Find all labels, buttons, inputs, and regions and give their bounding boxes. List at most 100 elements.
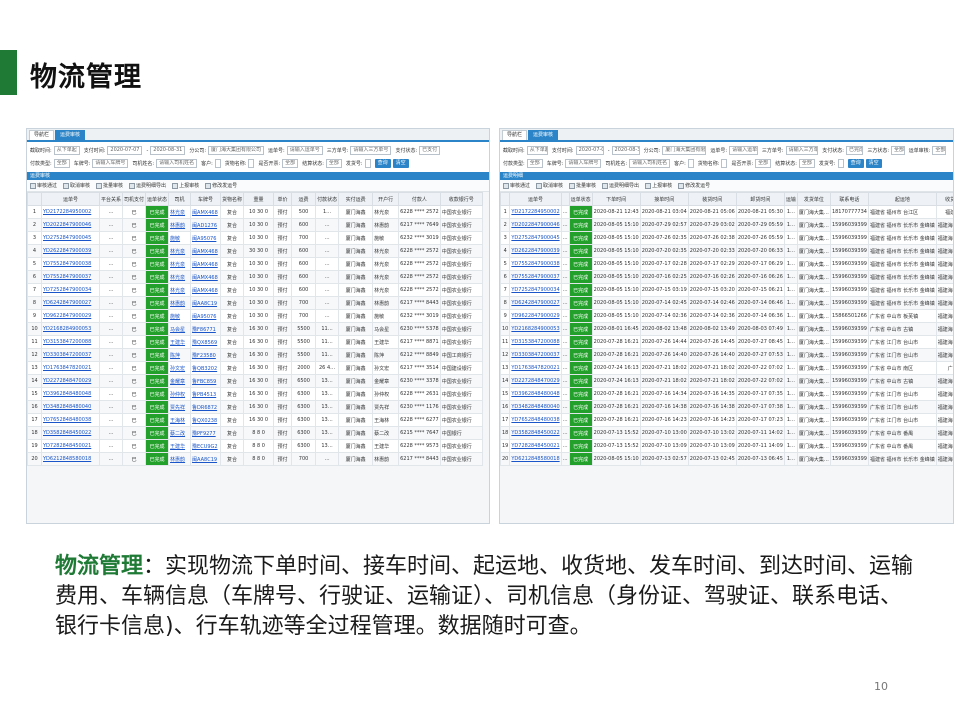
table-cell[interactable]: YD2168284900053 (41, 322, 100, 336)
table-row[interactable]: 18 YD3582848450022… 已完成 2020-07-13 15:52 202… (500, 426, 953, 440)
table-cell[interactable]: YD7282848450021 (41, 439, 100, 453)
table-cell[interactable]: YD3482848480040 (509, 400, 562, 414)
table-cell[interactable]: 施敏 (168, 309, 192, 323)
column-header[interactable]: 重量 (243, 192, 275, 206)
table-cell[interactable]: YD3482848480040 (41, 400, 100, 414)
toolbar-button[interactable]: 运费明细导出 (602, 182, 639, 189)
toolbar-button[interactable]: 运费明细导出 (129, 182, 166, 189)
table-cell[interactable]: YD6212848580018 (509, 452, 562, 466)
column-header[interactable]: 发货单位 (796, 192, 831, 206)
table-cell[interactable]: 鲁PB4513 (190, 387, 222, 401)
filter-input[interactable]: 全部 (53, 159, 70, 168)
table-cell[interactable]: 王海林 (168, 413, 192, 427)
toolbar-button[interactable]: 上报审核 (645, 182, 672, 189)
table-row[interactable]: 2 YD2022847900046… 已完成 2020-08-05 15:10 2020… (500, 218, 953, 232)
column-header[interactable]: 运单状态 (568, 192, 593, 206)
table-cell[interactable]: 王建华 (168, 439, 192, 453)
filter-input[interactable] (364, 159, 371, 168)
filter-input[interactable]: 已完成 (845, 146, 864, 155)
column-header[interactable] (27, 192, 42, 206)
table-cell[interactable]: 林光泉 (168, 270, 192, 284)
table-row[interactable]: 7 YD7252847900034… 已完成 2020-08-05 15:10 2020… (500, 283, 953, 297)
toolbar-button[interactable]: 上报审核 (172, 182, 199, 189)
column-header[interactable] (560, 192, 570, 206)
table-row[interactable]: 2 YD2022847900046… 已已完成 林惠韵 闽AD1276 复合 10 30 0… (27, 218, 483, 232)
table-row[interactable]: 18 YD3582848450022… 已已完成 蔡二改 豫PF9277 复合 8 8 0预… (27, 426, 483, 440)
filter-input[interactable]: 厦门海大集团有限公司 (662, 146, 707, 155)
table-cell[interactable]: 孙文宏 (168, 361, 192, 375)
column-header[interactable]: 运单状态 (145, 192, 170, 206)
table-cell[interactable]: 鲁DR6872 (190, 400, 222, 414)
table-row[interactable]: 7 YD7252847900034… 已已完成 林光泉 闽AMX468 复合 10 30 0… (27, 283, 483, 297)
filter-input[interactable]: 请输入司机姓名 (629, 159, 671, 168)
tab-freight-audit[interactable]: 运费审核 (55, 130, 86, 140)
filter-input[interactable]: 已支付 (419, 146, 441, 155)
table-row[interactable]: 15 YD3962848480048… 已已完成 孙仲权 鲁PB4513 复合 16 30 … (27, 387, 483, 401)
table-cell[interactable]: YD7282848450021 (509, 439, 562, 453)
table-cell[interactable]: YD2752847900045 (509, 231, 562, 245)
filter-input[interactable]: 请输入车牌号 (92, 159, 129, 168)
table-cell[interactable]: YD2168284900053 (509, 322, 562, 336)
toolbar-button[interactable]: 修改发运号 (205, 182, 237, 189)
table-cell[interactable]: YD3153847200088 (41, 335, 100, 349)
table-cell[interactable]: 林光泉 (168, 244, 192, 258)
table-row[interactable]: 19 YD7282848450021… 已完成 2020-07-13 15:52 202… (500, 439, 953, 453)
table-cell[interactable]: YD2272848470029 (41, 374, 100, 388)
table-cell[interactable]: 林惠韵 (168, 452, 192, 466)
table-cell[interactable]: YD3303847200037 (509, 348, 562, 362)
table-cell[interactable]: 闽A95076 (190, 231, 222, 245)
filter-input[interactable]: 请输入三方单号 (350, 146, 392, 155)
table-row[interactable]: 6 YD7552847900037… 已已完成 林光泉 闽AMX468 复合 10 30 0… (27, 270, 483, 284)
table-cell[interactable]: YD3962848480048 (41, 387, 100, 401)
toolbar-button[interactable]: 修改发运号 (678, 182, 710, 189)
table-cell[interactable]: YD3153847200088 (509, 335, 562, 349)
table-cell[interactable]: YD6242847900027 (41, 296, 100, 310)
table-row[interactable]: 10 YD2168284900053… 已完成 2020-08-01 16:45 202… (500, 322, 953, 336)
table-cell[interactable]: YD2022847900046 (509, 218, 562, 232)
filter-input[interactable]: 请输入车牌号 (565, 159, 602, 168)
column-header[interactable]: 司机支付 (122, 192, 147, 206)
table-cell[interactable]: YD7552847900038 (41, 257, 100, 271)
toolbar-button[interactable]: 审核通过 (503, 182, 530, 189)
table-row[interactable]: 9 YD9622847900029… 已已完成 施敏 闽A95076 复合 10 30 0预… (27, 309, 483, 323)
column-header[interactable]: 开户行 (372, 192, 400, 206)
filter-input[interactable]: 从下单起 (53, 146, 80, 155)
table-row[interactable]: 19 YD7282848450021… 已已完成 王建华 豫ECU9G2 复合 8 8 0预… (27, 439, 483, 453)
column-header[interactable]: 起运地 (867, 192, 937, 206)
table-cell[interactable]: 鲁FBC859 (190, 374, 222, 388)
column-header[interactable]: 运输 (783, 192, 798, 206)
column-header[interactable]: 运单号 (509, 192, 562, 206)
table-cell[interactable]: 闽AMX468 (190, 205, 222, 219)
clear-button[interactable]: 清空 (865, 159, 882, 168)
table-cell[interactable]: YD7652848480038 (41, 413, 100, 427)
column-header[interactable]: 运费 (291, 192, 317, 206)
column-header[interactable]: 收货联系人 (935, 192, 953, 206)
column-header[interactable]: 单价 (273, 192, 293, 206)
filter-input[interactable]: 全部 (526, 159, 543, 168)
column-header[interactable]: 运单号 (41, 192, 100, 206)
table-cell[interactable]: 豫F23580 (190, 348, 222, 362)
table-cell[interactable]: YD2622847900039 (41, 244, 100, 258)
column-header[interactable]: 下单时间 (591, 192, 641, 206)
table-row[interactable]: 8 YD6242847900027… 已完成 2020-08-05 15:10 2020… (500, 296, 953, 310)
column-header[interactable]: 平台关系 (98, 192, 124, 206)
table-cell[interactable]: 林惠韵 (168, 218, 192, 232)
table-row[interactable]: 6 YD7552847900037… 已完成 2020-08-05 15:10 2020… (500, 270, 953, 284)
table-row[interactable]: 8 YD6242847900027… 已已完成 林惠韵 闽AA8C19 复合 10 30 0… (27, 296, 483, 310)
column-header[interactable]: 接单时间 (639, 192, 689, 206)
table-row[interactable]: 20 YD6212848580018… 已完成 2020-08-05 15:10 202… (500, 452, 953, 466)
table-row[interactable]: 17 YD7652848480038… 已已完成 王海林 鲁QX0238 复合 16 30 … (27, 413, 483, 427)
table-cell[interactable]: YD7552847900037 (509, 270, 562, 284)
toolbar-button[interactable]: 审核通过 (30, 182, 57, 189)
table-cell[interactable]: YD9622847900029 (509, 309, 562, 323)
filter-input[interactable] (214, 159, 221, 168)
table-cell[interactable]: YD3582848450022 (509, 426, 562, 440)
table-cell[interactable]: YD3582848450022 (41, 426, 100, 440)
table-row[interactable]: 10 YD2168284900053… 已已完成 马会星 豫F86771 复合 16 30 … (27, 322, 483, 336)
filter-input[interactable]: 请输入三方单号 (785, 146, 819, 155)
table-row[interactable]: 13 YD1763847820021… 已已完成 孙文宏 鲁QB3202 复合 16 30 … (27, 361, 483, 375)
column-header[interactable]: 司机 (168, 192, 192, 206)
table-cell[interactable]: 闽AMX468 (190, 257, 222, 271)
filter-input[interactable]: 2020-08-31 (611, 146, 640, 155)
table-cell[interactable]: YD1763847820021 (509, 361, 562, 375)
